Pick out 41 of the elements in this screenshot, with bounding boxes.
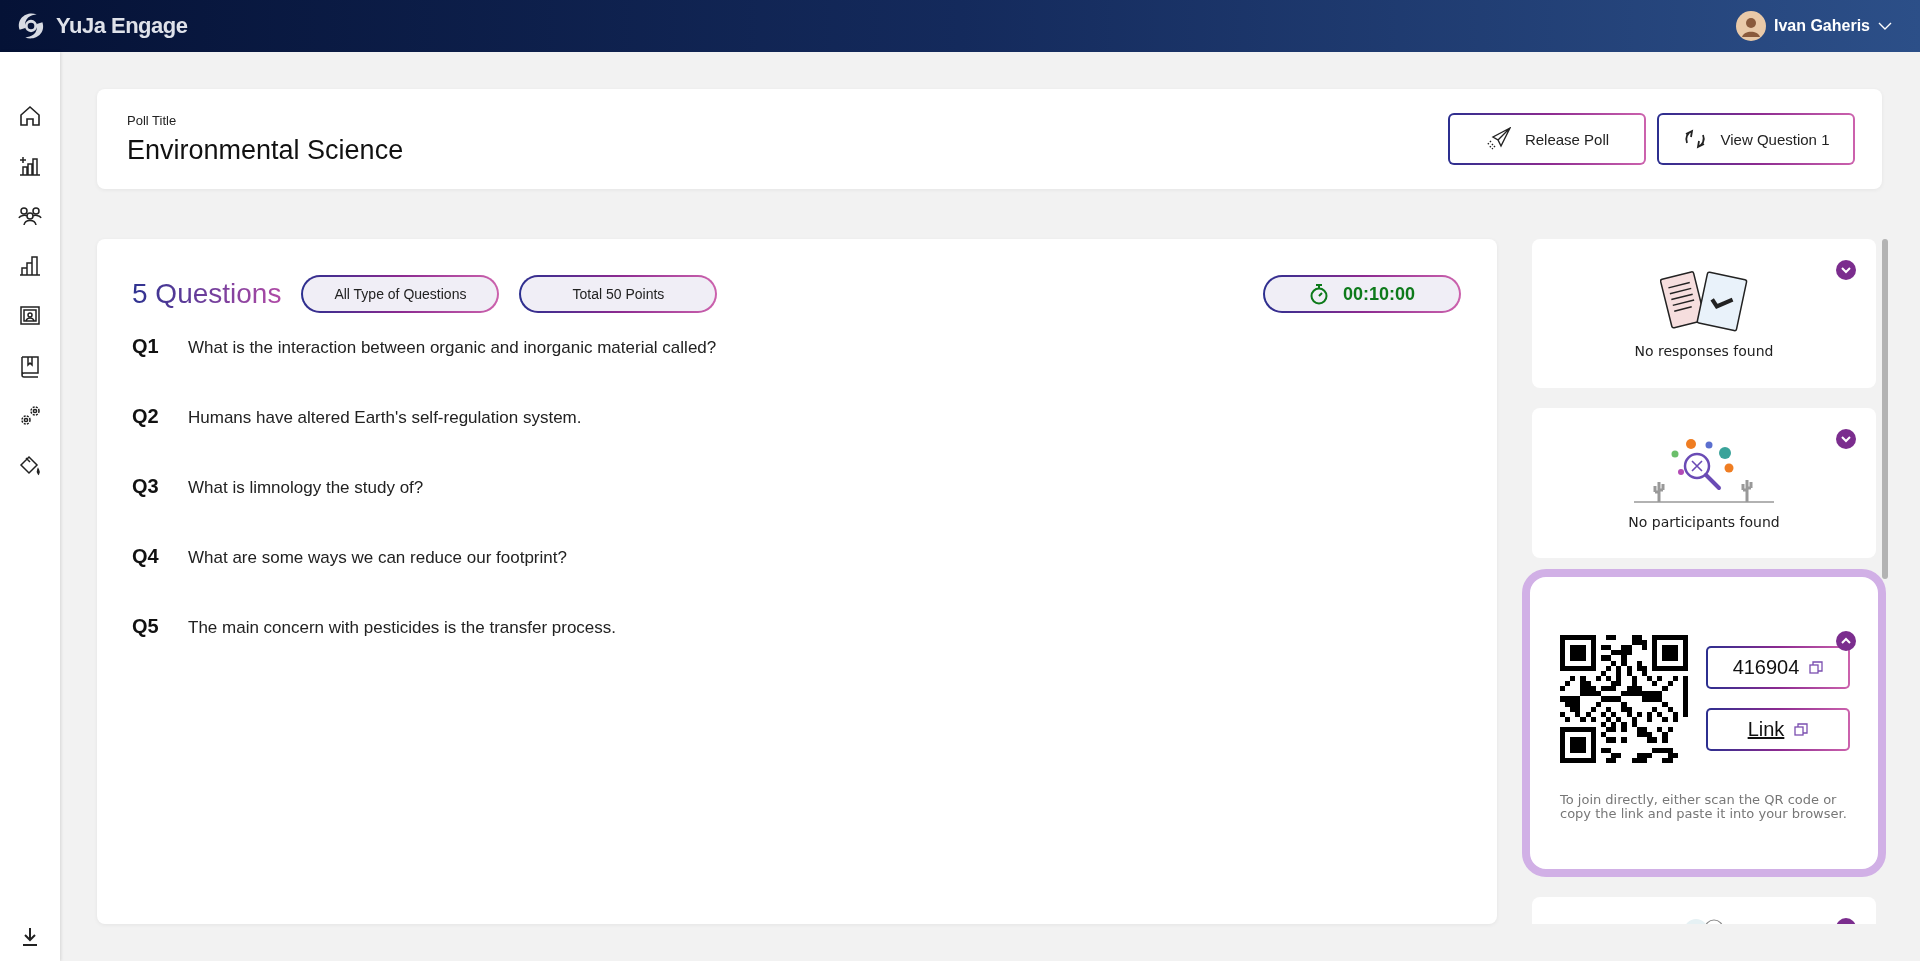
paper-plane-icon — [1484, 127, 1511, 151]
question-text[interactable]: What is the interaction between organic and inorganic material called? — [188, 338, 717, 358]
bar-chart-icon[interactable] — [18, 254, 42, 278]
expand-icon[interactable] — [1836, 260, 1856, 280]
stopwatch-icon — [1308, 283, 1329, 305]
empty-message: No participants found — [1628, 514, 1780, 530]
people-icon[interactable] — [18, 204, 42, 228]
app-name: YuJa Engage — [56, 13, 188, 39]
user-menu[interactable]: Ivan Gaheris — [1735, 11, 1892, 41]
expand-icon[interactable] — [1836, 429, 1856, 449]
presentation-icon[interactable] — [18, 304, 42, 328]
question-number: Q1 — [132, 335, 160, 358]
question-number: Q4 — [132, 545, 160, 568]
bar-chart-plus-icon[interactable] — [18, 154, 42, 178]
refresh-icon — [1682, 127, 1707, 151]
collapse-icon[interactable] — [1836, 631, 1856, 651]
question-text[interactable]: What are some ways we can reduce our footprint? — [188, 548, 567, 568]
avatar — [1735, 11, 1766, 41]
poll-title-label: Poll Title — [127, 112, 178, 128]
paint-bucket-icon[interactable] — [18, 454, 42, 478]
download-icon[interactable] — [21, 927, 39, 947]
timer-button[interactable]: 00:10:00 — [1263, 275, 1461, 313]
question-text[interactable]: Humans have altered Earth's self-regulation system. — [188, 408, 582, 428]
question-number: Q3 — [132, 475, 160, 498]
book-icon[interactable] — [18, 354, 42, 378]
question-number: Q2 — [132, 405, 160, 428]
scrollbar[interactable] — [1882, 239, 1888, 579]
question-number: Q5 — [132, 615, 160, 638]
chevron-down-icon — [1878, 21, 1892, 31]
home-icon[interactable] — [18, 104, 42, 128]
poll-title: Environmental Science — [127, 134, 404, 166]
question-text[interactable]: The main concern with pesticides is the transfer process. — [188, 618, 617, 638]
question-text[interactable]: What is limnology the study of? — [188, 478, 424, 498]
join-hint: To join directly, either scan the QR code or copy the link and paste it into your browser. — [1560, 793, 1848, 821]
view-question-button[interactable]: View Question 1 — [1657, 113, 1855, 165]
join-link-button[interactable]: Link — [1706, 708, 1850, 751]
copy-icon — [1794, 722, 1809, 737]
empty-message: No responses found — [1634, 343, 1774, 359]
release-poll-button[interactable]: Release Poll — [1448, 113, 1646, 165]
copy-icon — [1809, 660, 1824, 675]
join-code-button[interactable]: 416904 — [1706, 646, 1850, 689]
